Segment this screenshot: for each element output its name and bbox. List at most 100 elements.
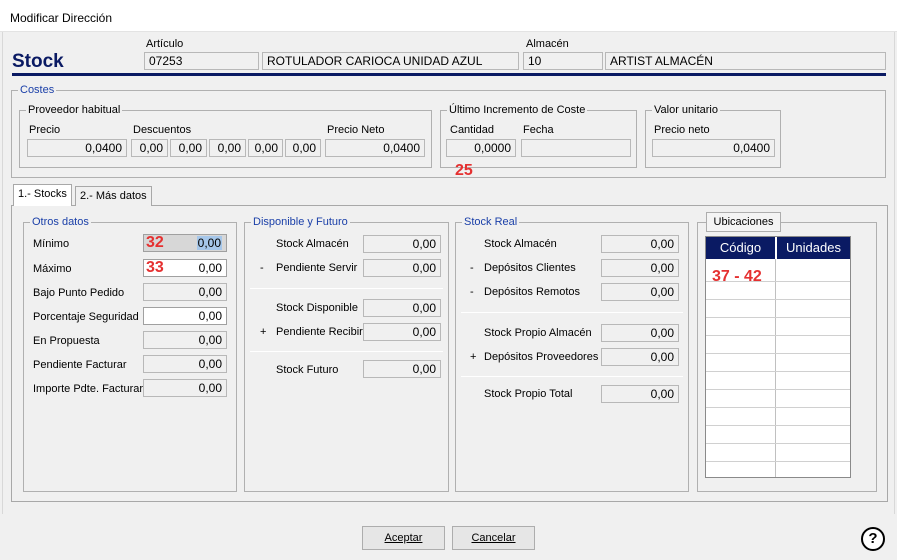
window-title: Modificar Dirección: [10, 11, 113, 25]
real-divider-2: [461, 376, 683, 377]
importe-pdte-facturar-label: Importe Pdte. Facturar: [33, 383, 144, 395]
maximo-label: Máximo: [33, 263, 72, 275]
disponible-title: Disponible y Futuro: [251, 216, 350, 228]
propio-total-field[interactable]: 0,00: [601, 385, 679, 403]
row-divider: [706, 425, 850, 426]
precio-neto-label: Precio Neto: [327, 124, 385, 136]
porcentaje-seguridad-label: Porcentaje Seguridad: [33, 311, 139, 323]
cancel-label: Cancelar: [471, 532, 516, 544]
descuento-field-5[interactable]: 0,00: [285, 139, 321, 157]
precio-neto-field[interactable]: 0,0400: [325, 139, 425, 157]
dep-remotos-label: Depósitos Remotos: [484, 286, 580, 298]
annotation-33: 33: [146, 259, 164, 276]
descuento-field-4[interactable]: 0,00: [248, 139, 283, 157]
disponible-divider-1: [250, 288, 443, 289]
cantidad-label: Cantidad: [450, 124, 495, 136]
propio-almacen-field[interactable]: 0,00: [601, 324, 679, 342]
accept-label: Aceptar: [384, 532, 423, 544]
minus-sign: -: [260, 262, 264, 274]
precio-label: Precio: [29, 124, 61, 136]
minimo-label: Mínimo: [33, 238, 70, 250]
porcentaje-seguridad-field[interactable]: 0,00: [143, 307, 227, 325]
annotation-37-42: 37 - 42: [712, 268, 762, 285]
articulo-label: Artículo: [146, 38, 184, 50]
propio-total-label: Stock Propio Total: [484, 388, 573, 400]
real-divider-1: [461, 312, 683, 313]
unitario-neto-label: Precio neto: [654, 124, 710, 136]
real-stock-almacen-label: Stock Almacén: [484, 238, 557, 250]
disp-stock-almacen-field[interactable]: 0,00: [363, 235, 441, 253]
descuento-field-3[interactable]: 0,00: [209, 139, 246, 157]
descuento-field-2[interactable]: 0,00: [170, 139, 207, 157]
pendiente-facturar-label: Pendiente Facturar: [33, 359, 127, 371]
pendiente-recibir-field[interactable]: 0,00: [363, 323, 441, 341]
bajo-punto-pedido-field[interactable]: 0,00: [143, 283, 227, 301]
fecha-field[interactable]: [521, 139, 631, 157]
costes-title: Costes: [18, 84, 57, 96]
col-unidades-header[interactable]: Unidades: [776, 237, 850, 259]
articulo-desc-field[interactable]: ROTULADOR CARIOCA UNIDAD AZUL: [262, 52, 519, 70]
almacen-label: Almacén: [526, 38, 569, 50]
dep-clientes-label: Depósitos Clientes: [484, 262, 576, 274]
row-divider: [706, 335, 850, 336]
otros-title: Otros datos: [30, 216, 91, 228]
disponible-divider-2: [250, 351, 443, 352]
row-divider: [706, 461, 850, 462]
real-title: Stock Real: [462, 216, 520, 228]
row-divider: [706, 371, 850, 372]
en-propuesta-field[interactable]: 0,00: [143, 331, 227, 349]
descuento-field-1[interactable]: 0,00: [131, 139, 168, 157]
stock-disponible-field[interactable]: 0,00: [363, 299, 441, 317]
column-divider: [775, 259, 776, 477]
ubicaciones-button[interactable]: Ubicaciones: [706, 212, 781, 232]
precio-field[interactable]: 0,0400: [27, 139, 127, 157]
col-codigo-header[interactable]: Código: [706, 237, 775, 259]
almacen-desc-field[interactable]: ARTIST ALMACÉN: [605, 52, 886, 70]
plus-sign: +: [470, 351, 477, 363]
en-propuesta-label: En Propuesta: [33, 335, 100, 347]
bajo-punto-pedido-label: Bajo Punto Pedido: [33, 287, 125, 299]
pendiente-servir-field[interactable]: 0,00: [363, 259, 441, 277]
minus-sign: -: [470, 286, 474, 298]
almacen-code-field[interactable]: 10: [523, 52, 603, 70]
unitario-neto-field[interactable]: 0,0400: [652, 139, 775, 157]
annotation-32: 32: [146, 234, 164, 251]
importe-pdte-facturar-field[interactable]: 0,00: [143, 379, 227, 397]
dep-remotos-field[interactable]: 0,00: [601, 283, 679, 301]
accept-button[interactable]: Aceptar: [362, 526, 445, 550]
help-icon[interactable]: ?: [861, 527, 885, 551]
pendiente-servir-label: Pendiente Servir: [276, 262, 358, 274]
window-title-bar: Modificar Dirección: [0, 0, 897, 32]
minus-sign: -: [470, 262, 474, 274]
incremento-title: Último Incremento de Coste: [447, 104, 588, 116]
fecha-label: Fecha: [523, 124, 554, 136]
tab-mas-datos[interactable]: 2.- Más datos: [75, 186, 152, 206]
pendiente-facturar-field[interactable]: 0,00: [143, 355, 227, 373]
plus-sign: +: [260, 326, 267, 338]
real-stock-almacen-field[interactable]: 0,00: [601, 235, 679, 253]
pendiente-recibir-label: Pendiente Recibir: [276, 326, 363, 338]
stock-futuro-field[interactable]: 0,00: [363, 360, 441, 378]
row-divider: [706, 299, 850, 300]
dep-proveedores-field[interactable]: 0,00: [601, 348, 679, 366]
descuentos-label: Descuentos: [133, 124, 192, 136]
row-divider: [706, 407, 850, 408]
row-divider: [706, 443, 850, 444]
annotation-25: 25: [455, 162, 473, 179]
proveedor-title: Proveedor habitual: [26, 104, 123, 116]
propio-almacen-label: Stock Propio Almacén: [484, 327, 592, 339]
page-title: Stock: [12, 51, 64, 72]
articulo-code-field[interactable]: 07253: [144, 52, 259, 70]
cancel-button[interactable]: Cancelar: [452, 526, 535, 550]
tab-stocks[interactable]: 1.- Stocks: [13, 184, 72, 206]
dep-proveedores-label: Depósitos Proveedores: [484, 351, 599, 363]
stock-futuro-label: Stock Futuro: [276, 364, 339, 376]
row-divider: [706, 389, 850, 390]
header-rule: [12, 73, 886, 76]
dep-clientes-field[interactable]: 0,00: [601, 259, 679, 277]
row-divider: [706, 353, 850, 354]
disp-stock-almacen-label: Stock Almacén: [276, 238, 349, 250]
row-divider: [706, 317, 850, 318]
cantidad-field[interactable]: 0,0000: [446, 139, 516, 157]
stock-disponible-label: Stock Disponible: [276, 302, 358, 314]
